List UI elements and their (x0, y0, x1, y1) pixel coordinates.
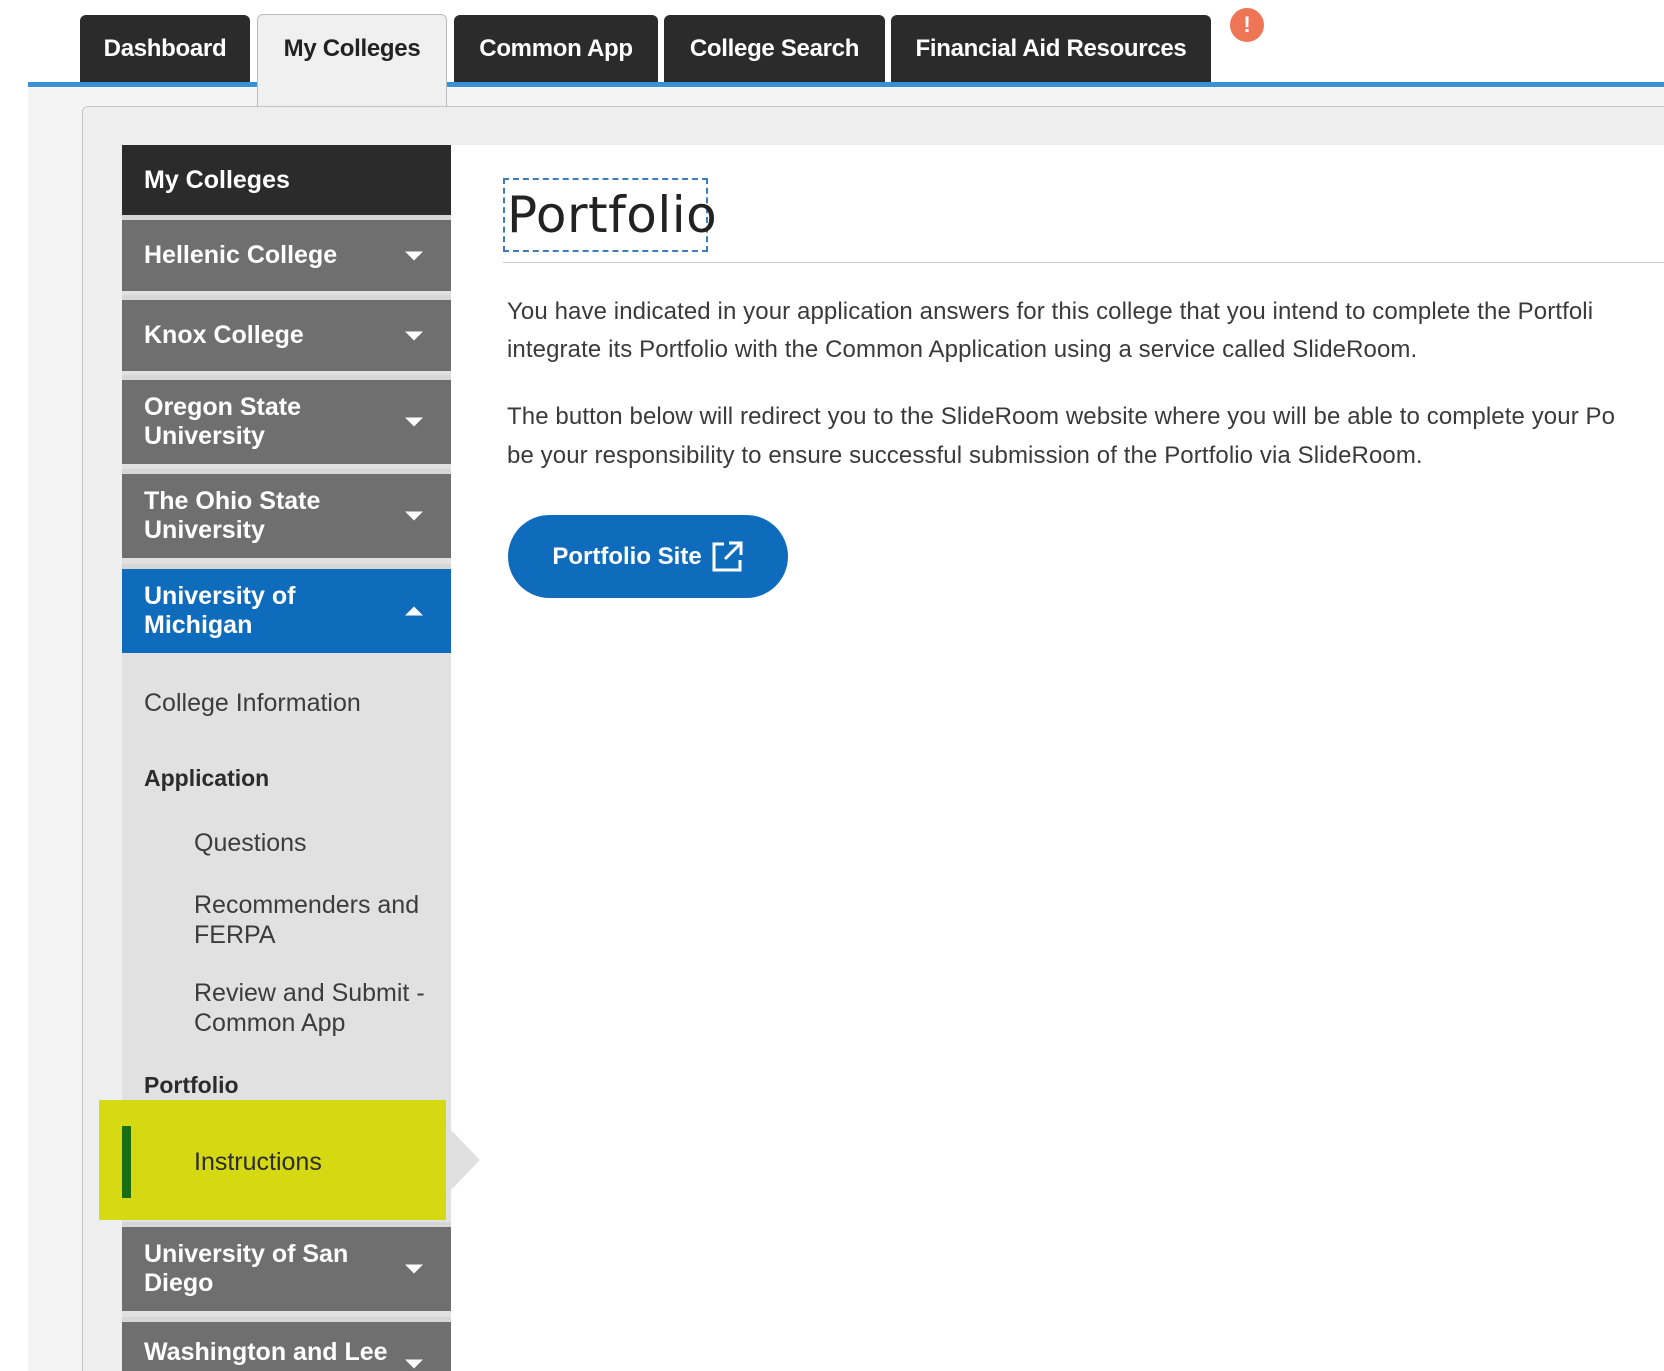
chevron-down-icon (405, 1359, 423, 1369)
sidebar-link-instructions[interactable]: Instructions (194, 1148, 322, 1177)
chevron-down-icon (405, 251, 423, 260)
tab-my-colleges[interactable]: My Colleges (257, 14, 447, 106)
sidebar-item-label: University of Michigan (144, 582, 296, 639)
chevron-down-icon (405, 1264, 423, 1274)
sidebar-item-label: University of San Diego (144, 1240, 349, 1297)
sidebar-link-review-and-submit[interactable]: Review and Submit - Common App (122, 979, 451, 1038)
sidebar-item-university-of-michigan[interactable]: University of Michigan (122, 564, 451, 653)
paragraph-1-line-1: You have indicated in your application a… (507, 298, 1594, 325)
paragraph-2-line-2: be your responsibility to ensure success… (507, 442, 1423, 469)
chevron-down-icon (405, 331, 423, 340)
tab-common-app[interactable]: Common App (454, 15, 658, 83)
sidebar-item-the-ohio-state-university[interactable]: The Ohio State University (122, 469, 451, 558)
sidebar-item-label: The Ohio State University (144, 487, 321, 544)
chevron-up-icon (405, 606, 423, 616)
sidebar-item-label: Knox College (144, 321, 304, 350)
external-link-icon (712, 541, 743, 571)
tab-dashboard[interactable]: Dashboard (80, 15, 250, 83)
sidebar-item-oregon-state-university[interactable]: Oregon State University (122, 375, 451, 464)
tab-financial-aid-resources[interactable]: Financial Aid Resources (891, 15, 1211, 83)
page: Dashboard My Colleges Common App College… (0, 0, 1664, 1371)
sidebar-item-washington-and-lee[interactable]: Washington and Lee (122, 1317, 451, 1371)
sidebar-section-application: Application (144, 765, 270, 791)
sidebar-item-label: Washington and Lee (144, 1338, 388, 1366)
chevron-down-icon (405, 511, 423, 521)
portfolio-site-button[interactable]: Portfolio Site (508, 515, 788, 598)
sidebar-link-questions[interactable]: Questions (122, 829, 451, 859)
sidebar-item-university-of-san-diego[interactable]: University of San Diego (122, 1222, 451, 1311)
sidebar-section-portfolio: Portfolio (144, 1072, 239, 1098)
sidebar-header: My Colleges (122, 145, 451, 215)
tab-college-search[interactable]: College Search (664, 15, 885, 83)
sidebar-item-label: Oregon State University (144, 393, 301, 450)
title-divider (503, 262, 1664, 263)
sidebar-item-hellenic-college[interactable]: Hellenic College (122, 215, 451, 291)
paragraph-2-line-1: The button below will redirect you to th… (507, 403, 1616, 430)
left-gutter (0, 0, 28, 1371)
page-title: Portfolio (507, 186, 718, 244)
active-indicator (122, 1126, 131, 1198)
sidebar-item-knox-college[interactable]: Knox College (122, 295, 451, 371)
alert-badge: ! (1228, 6, 1266, 44)
sidebar-link-recommenders-and-ferpa[interactable]: Recommenders and FERPA (122, 891, 451, 950)
portfolio-site-label: Portfolio Site (552, 542, 702, 570)
sidebar-link-college-information[interactable]: College Information (122, 689, 451, 719)
paragraph-1-line-2: integrate its Portfolio with the Common … (507, 336, 1418, 363)
chevron-down-icon (405, 417, 423, 427)
active-pointer (446, 1125, 480, 1195)
sidebar-item-label: Hellenic College (144, 241, 338, 270)
